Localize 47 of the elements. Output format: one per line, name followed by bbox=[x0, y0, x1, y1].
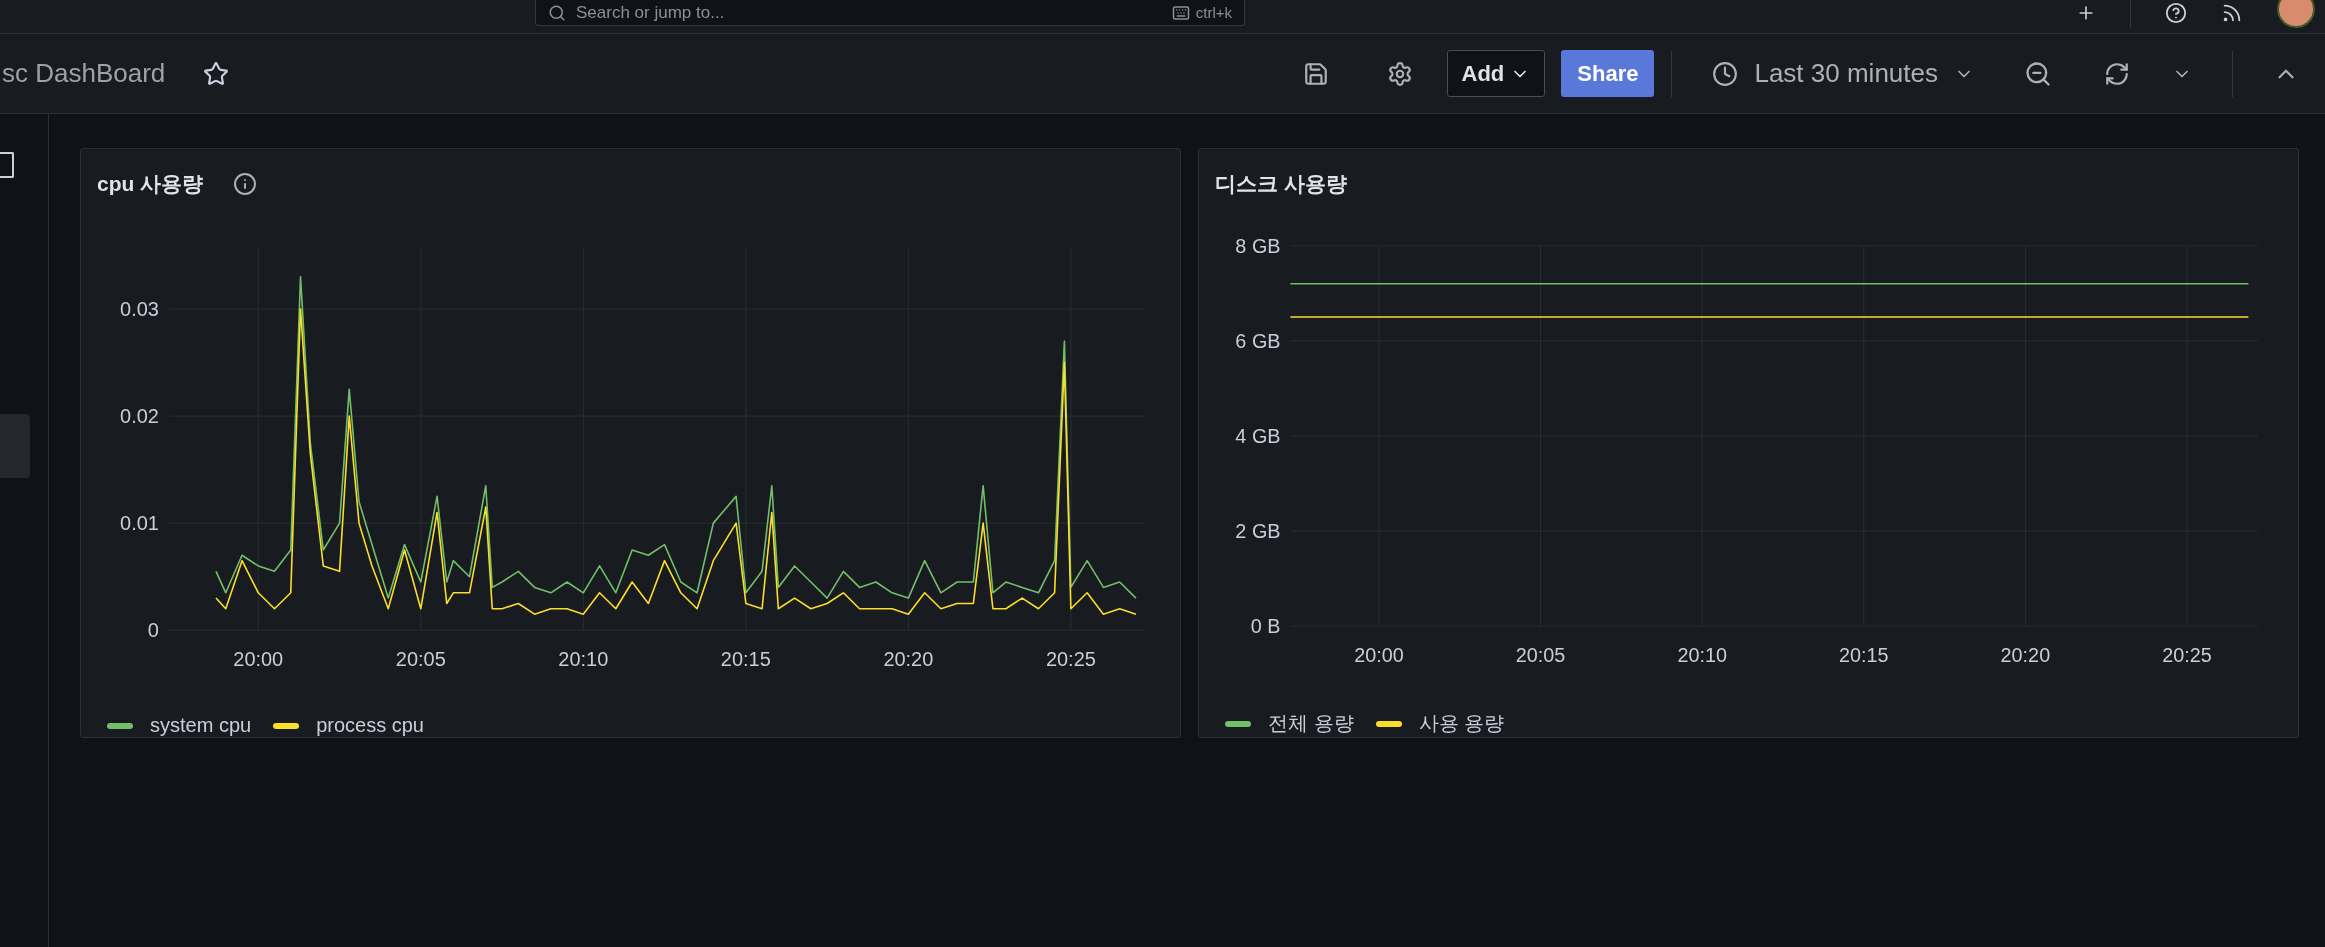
axis-label: 20:15 bbox=[720, 648, 771, 670]
panel-title: 디스크 사용량 bbox=[1215, 171, 1347, 198]
legend-label[interactable]: 사용 용량 bbox=[1418, 710, 1505, 737]
axis-label: 20:00 bbox=[1354, 644, 1404, 667]
panel-icon bbox=[0, 152, 14, 178]
search-icon bbox=[548, 3, 566, 22]
axis-label: 0.03 bbox=[120, 297, 159, 320]
info-icon[interactable] bbox=[233, 172, 258, 197]
axis-label: 20:15 bbox=[1839, 644, 1889, 667]
keyboard-icon bbox=[1171, 3, 1190, 22]
shortcut-hint: ctrl+k bbox=[1195, 4, 1232, 21]
legend-label[interactable]: 전체 용량 bbox=[1268, 710, 1354, 737]
save-icon bbox=[1302, 60, 1329, 87]
axis-label: 20:25 bbox=[1045, 648, 1096, 670]
add-button[interactable]: Add bbox=[1446, 50, 1546, 97]
share-button[interactable]: Share bbox=[1561, 50, 1655, 97]
legend-label[interactable]: system cpu bbox=[150, 714, 252, 737]
axis-label: 20:05 bbox=[395, 648, 446, 670]
axis-label: 0.02 bbox=[120, 404, 159, 427]
axis-label: 6 GB bbox=[1235, 330, 1281, 353]
search-placeholder: Search or jump to... bbox=[576, 2, 725, 23]
axis-label: 20:10 bbox=[558, 648, 609, 670]
refresh-icon bbox=[2104, 60, 2130, 87]
axis-label: 2 GB bbox=[1235, 520, 1281, 543]
legend-label[interactable]: process cpu bbox=[316, 714, 424, 737]
axis-label: 20:10 bbox=[1677, 644, 1727, 667]
axis-label: 20:25 bbox=[2162, 644, 2212, 667]
star-icon bbox=[203, 60, 230, 87]
axis-label: 0.01 bbox=[120, 512, 159, 534]
axis-label: 8 GB bbox=[1235, 235, 1281, 257]
axis-label: 0 bbox=[147, 619, 159, 642]
axis-label: 20:20 bbox=[2000, 644, 2051, 667]
axis-label: 4 GB bbox=[1235, 425, 1281, 448]
settings-icon bbox=[1386, 60, 1413, 87]
clock-icon bbox=[1712, 60, 1739, 87]
zoom-out-icon bbox=[2024, 59, 2052, 88]
help-icon[interactable] bbox=[2165, 2, 2187, 24]
axis-label: 20:05 bbox=[1515, 644, 1566, 667]
dashboard-title[interactable]: sc DashBoard bbox=[2, 58, 166, 89]
user-avatar[interactable] bbox=[2277, 0, 2315, 28]
axis-label: 0 B bbox=[1250, 615, 1281, 638]
rss-icon[interactable] bbox=[2221, 2, 2243, 24]
panel-title: cpu 사용량 bbox=[97, 171, 204, 198]
axis-label: 20:20 bbox=[883, 648, 934, 670]
time-range-picker[interactable]: Last 30 minutes bbox=[1708, 54, 1978, 93]
search-field[interactable]: Search or jump to... ctrl+k bbox=[535, 0, 1245, 26]
axis-label: 20:00 bbox=[233, 648, 284, 670]
